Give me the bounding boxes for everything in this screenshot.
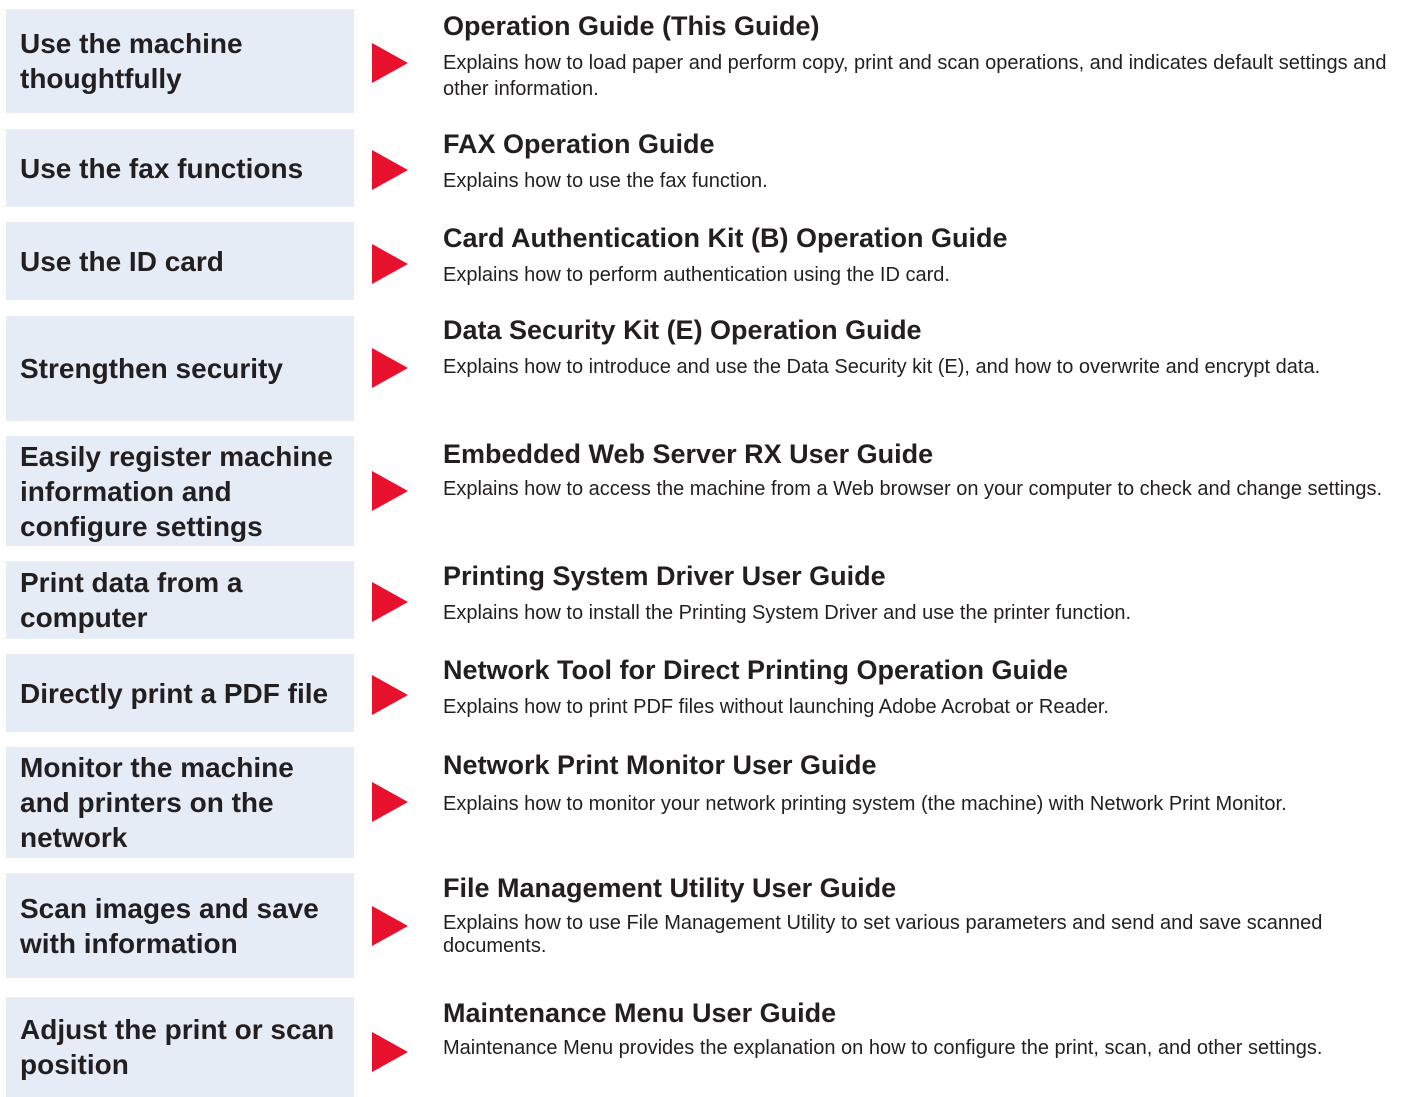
guide-title: Data Security Kit (E) Operation Guide: [443, 315, 922, 345]
guide-title: Maintenance Menu User Guide: [443, 998, 837, 1028]
guide-entry: Data Security Kit (E) Operation Guide Ex…: [443, 314, 1403, 380]
purpose-box: Print data from a computer: [6, 561, 354, 639]
red-triangle-arrow-icon: [372, 471, 408, 511]
guide-description: Explains how to monitor your network pri…: [443, 793, 1287, 815]
purpose-box: Adjust the print or scan position: [6, 997, 354, 1097]
purpose-box: Monitor the machine and printers on the …: [6, 747, 354, 858]
guide-description: Explains how to access the machine from …: [443, 478, 1383, 500]
guide-description: Explains how to install the Printing Sys…: [443, 602, 1132, 624]
red-triangle-arrow-icon: [372, 582, 408, 622]
guide-title: Network Tool for Direct Printing Operati…: [443, 655, 1069, 685]
red-triangle-arrow-icon: [372, 1032, 408, 1072]
guide-entry: Network Tool for Direct Printing Operati…: [443, 654, 1403, 720]
guide-entry: Network Print Monitor User Guide Explain…: [443, 749, 1403, 822]
purpose-label: Easily register machine information and …: [20, 440, 333, 542]
purpose-box: Use the ID card: [6, 222, 354, 300]
purpose-label: Strengthen security: [20, 353, 283, 384]
guide-description: Explains how to use the fax function.: [443, 170, 768, 192]
guide-entry: Card Authentication Kit (B) Operation Gu…: [443, 222, 1403, 288]
red-triangle-arrow-icon: [372, 675, 408, 715]
purpose-label: Directly print a PDF file: [20, 677, 329, 709]
red-triangle-arrow-icon: [372, 348, 408, 388]
guide-title: Network Print Monitor User Guide: [443, 750, 877, 780]
guide-entry: Printing System Driver User Guide Explai…: [443, 560, 1403, 626]
guide-description: Explains how to introduce and use the Da…: [443, 356, 1321, 378]
purpose-label: Monitor the machine and printers on the …: [20, 752, 294, 853]
purpose-box: Easily register machine information and …: [6, 436, 354, 546]
red-triangle-arrow-icon: [372, 150, 408, 190]
guide-entry: Maintenance Menu User Guide Maintenance …: [443, 997, 1403, 1060]
purpose-box: Strengthen security: [6, 316, 354, 421]
red-triangle-arrow-icon: [372, 43, 408, 83]
guide-title: Printing System Driver User Guide: [443, 561, 886, 591]
guide-entry: Operation Guide (This Guide) Explains ho…: [443, 10, 1403, 102]
red-triangle-arrow-icon: [372, 906, 408, 946]
guide-entry: Embedded Web Server RX User Guide Explai…: [443, 438, 1403, 502]
guide-description: Explains how to load paper and perform c…: [443, 52, 1387, 100]
purpose-box: Directly print a PDF file: [6, 654, 354, 732]
purpose-label: Print data from a computer: [20, 567, 243, 633]
guide-title: Card Authentication Kit (B) Operation Gu…: [443, 223, 1008, 253]
guide-title: FAX Operation Guide: [443, 129, 715, 159]
purpose-label: Scan images and save with information: [20, 892, 319, 959]
guide-description: Explains how to perform authentication u…: [443, 264, 950, 286]
purpose-box: Use the fax functions: [6, 129, 354, 207]
red-triangle-arrow-icon: [372, 782, 408, 822]
purpose-label: Adjust the print or scan position: [20, 1014, 335, 1080]
guide-entry: FAX Operation Guide Explains how to use …: [443, 128, 1403, 194]
purpose-label: Use the machine thoughtfully: [20, 28, 243, 94]
guide-title: File Management Utility User Guide: [443, 873, 897, 903]
guide-description: Maintenance Menu provides the explanatio…: [443, 1037, 1323, 1059]
guide-entry: File Management Utility User Guide Expla…: [443, 872, 1403, 958]
purpose-box: Use the machine thoughtfully: [6, 9, 354, 113]
purpose-label: Use the fax functions: [20, 152, 304, 184]
red-triangle-arrow-icon: [372, 244, 408, 284]
guide-title: Embedded Web Server RX User Guide: [443, 439, 934, 469]
guide-title: Operation Guide (This Guide): [443, 11, 820, 41]
purpose-label: Use the ID card: [20, 245, 224, 277]
purpose-box: Scan images and save with information: [6, 873, 354, 978]
guide-description: Explains how to use File Management Util…: [443, 912, 1323, 957]
guide-description: Explains how to print PDF files without …: [443, 696, 1109, 718]
